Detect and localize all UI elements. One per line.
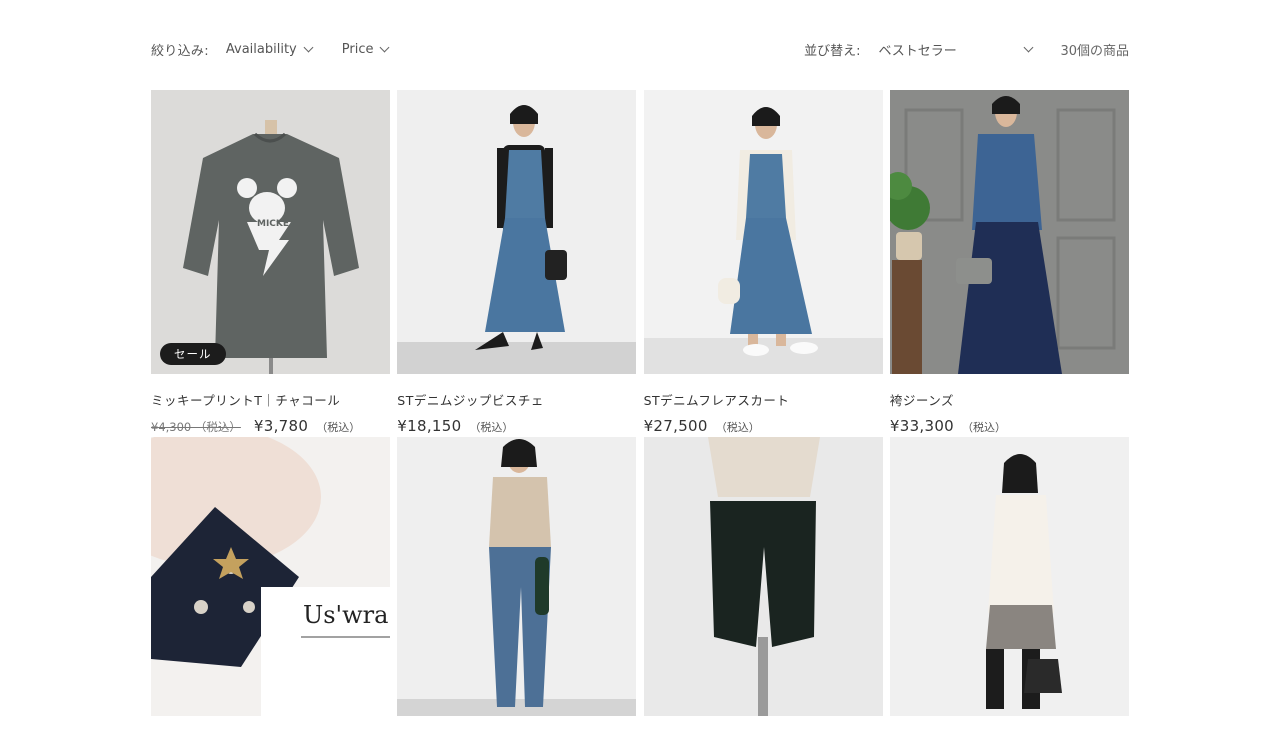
product-price: ¥27,500 （税込） <box>644 417 883 437</box>
sort-select[interactable]: ベストセラー <box>878 40 1034 59</box>
product-card[interactable]: MICKEY セール ミッキープリントT｜チャコール ¥4,300 （税込） ¥… <box>151 90 390 437</box>
tshirt-print-text: MICKEY <box>257 219 296 229</box>
brand-card-text: Us'wra <box>303 601 388 629</box>
sale-badge: セール <box>160 343 226 365</box>
compare-at-price: ¥4,300 （税込） <box>151 420 241 434</box>
regular-price: ¥18,150 <box>397 417 462 435</box>
knit-cardigan-photo <box>397 437 637 716</box>
tax-note: （税込） <box>316 421 361 434</box>
sort-label: 並び替え: <box>804 43 861 59</box>
product-image[interactable] <box>889 437 1129 716</box>
tax-note: （税込） <box>715 421 760 434</box>
hakama-jeans-photo <box>889 90 1129 374</box>
product-image[interactable]: Us'wra <box>151 437 390 716</box>
price-filter-label: Price <box>341 41 374 57</box>
product-card[interactable]: STデニムフレアスカート ¥27,500 （税込） <box>643 90 883 437</box>
product-image[interactable] <box>643 437 883 716</box>
product-card[interactable]: Us'wra <box>151 437 390 716</box>
tax-note: （税込） <box>962 421 1007 434</box>
cardigan-shorts-photo <box>889 437 1129 716</box>
product-card[interactable]: STデニムジップビスチェ ¥18,150 （税込） <box>397 90 637 437</box>
product-title[interactable]: STデニムジップビスチェ <box>397 390 636 409</box>
product-price: ¥18,150 （税込） <box>397 417 636 437</box>
regular-price: ¥27,500 <box>643 417 708 435</box>
product-image[interactable] <box>397 90 637 374</box>
product-count: 30個の商品 <box>1060 43 1129 59</box>
chevron-down-icon <box>303 42 314 52</box>
tshirt-photo: MICKEY <box>151 90 390 374</box>
product-image[interactable] <box>889 90 1129 374</box>
availability-filter-label: Availability <box>225 41 297 57</box>
product-title[interactable]: ミッキープリントT｜チャコール <box>151 390 390 409</box>
product-grid: MICKEY セール ミッキープリントT｜チャコール ¥4,300 （税込） ¥… <box>151 90 1129 716</box>
sort-group: 並び替え: ベストセラー 30個の商品 <box>804 40 1129 59</box>
knit-shorts-photo <box>643 437 883 716</box>
filter-group: 絞り込み: Availability Price <box>151 40 418 59</box>
product-card[interactable] <box>889 437 1129 716</box>
collection-toolbar: 絞り込み: Availability Price 並び替え: ベストセラー 30… <box>151 38 1129 60</box>
regular-price: ¥33,300 <box>889 417 955 435</box>
accessory-photo: Us'wra <box>151 437 390 716</box>
chevron-down-icon <box>380 42 390 52</box>
product-card[interactable] <box>397 437 637 716</box>
filter-label: 絞り込み: <box>151 43 209 59</box>
product-image[interactable]: MICKEY セール <box>151 90 390 374</box>
sort-selected-value: ベストセラー <box>878 43 957 59</box>
denim-skirt-photo <box>643 90 883 374</box>
product-card[interactable]: 袴ジーンズ ¥33,300 （税込） <box>889 90 1129 437</box>
product-title[interactable]: STデニムフレアスカート <box>644 390 883 409</box>
product-image[interactable] <box>397 437 637 716</box>
product-price: ¥4,300 （税込） ¥3,780 （税込） <box>151 417 390 437</box>
product-image[interactable] <box>643 90 883 374</box>
denim-bustier-photo <box>397 90 637 374</box>
product-card[interactable] <box>643 437 883 716</box>
sale-price: ¥3,780 <box>253 417 309 435</box>
product-title[interactable]: 袴ジーンズ <box>890 390 1129 409</box>
availability-filter-button[interactable]: Availability <box>225 41 314 57</box>
price-filter-button[interactable]: Price <box>341 41 390 57</box>
tax-note: （税込） <box>469 421 514 434</box>
chevron-down-icon <box>1024 42 1034 52</box>
product-price: ¥33,300 （税込） <box>890 417 1129 437</box>
